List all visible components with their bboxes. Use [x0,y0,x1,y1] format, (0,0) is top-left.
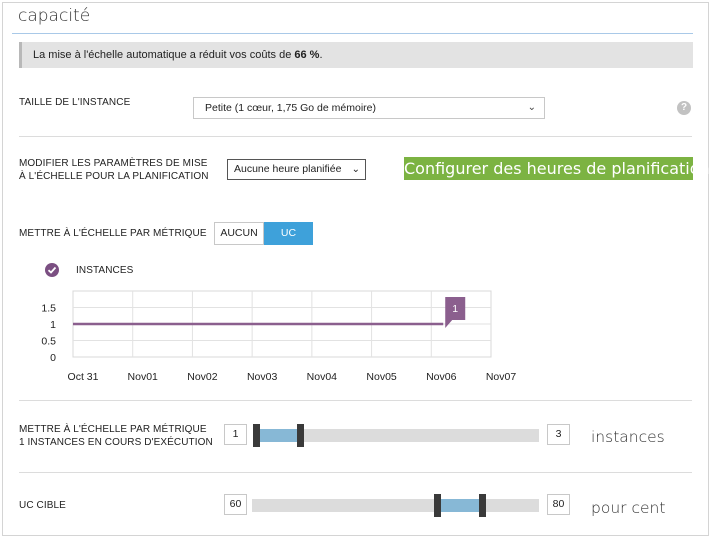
x-tick-label: Oct 31 [68,371,99,383]
instance-size-value: Petite (1 cœur, 1,75 Go de mémoire) [205,102,376,114]
instances-slider-min-handle[interactable] [253,424,260,447]
savings-info-bar: La mise à l'échelle automatique a réduit… [19,42,693,68]
x-tick-label: Nov07 [486,371,517,383]
x-tick-label: Nov05 [366,371,397,383]
divider [19,136,692,137]
help-icon[interactable]: ? [677,101,691,115]
cpu-min-box: 60 [224,494,247,515]
x-axis-ticks: Oct 31 Nov01 Nov02 Nov03 Nov04 Nov05 Nov06 Nov0… [68,371,517,383]
target-cpu-label: UC CIBLE [19,500,66,511]
x-tick-label: Nov06 [426,371,457,383]
cpu-slider-range [441,499,481,512]
cpu-slider-min-handle[interactable] [434,494,441,517]
instances-range-label-line2: 1 INSTANCES EN COURS D'EXÉCUTION [19,437,213,448]
instances-chart: 1.5 1 0.5 0 Oct 31 Nov01 Nov02 Nov03 Nov04 Nov05… [41,290,517,383]
cpu-slider-max-handle[interactable] [479,494,486,517]
y-axis-ticks: 1.5 1 0.5 0 [41,303,56,365]
schedule-select[interactable]: Aucune heure planifiée ⌄ [227,159,366,180]
checkmark-icon [47,266,57,274]
cpu-slider-track[interactable] [252,499,539,512]
instances-slider-max-handle[interactable] [297,424,304,447]
y-tick-label: 1 [50,319,56,331]
instances-range-label-line1: METTRE À L'ÉCHELLE PAR MÉTRIQUE [19,424,207,435]
cpu-unit-label: pour cent [591,499,666,517]
y-tick-label: 0 [50,352,56,364]
series-end-label: 1 [452,303,458,315]
chevron-down-icon: ⌄ [527,102,536,113]
chevron-down-icon: ⌄ [351,164,360,175]
info-text-prefix: La mise à l'échelle automatique a réduit… [33,49,295,61]
configure-schedule-button[interactable]: Configurer des heures de planification [404,157,710,180]
divider [19,472,692,473]
metric-option-cpu[interactable]: UC [264,222,313,245]
instance-size-label: TAILLE DE L'INSTANCE [19,97,131,108]
x-tick-label: Nov04 [307,371,338,383]
schedule-label-line2: À L'ÉCHELLE POUR LA PLANIFICATION [19,171,209,182]
chart-legend-label: INSTANCES [76,265,134,276]
divider [19,400,692,401]
x-tick-label: Nov01 [128,371,159,383]
schedule-label: MODIFIER LES PARAMÈTRES DE MISE À L'ÉCHE… [19,157,209,183]
instances-checkbox[interactable] [45,263,59,277]
instance-size-select[interactable]: Petite (1 cœur, 1,75 Go de mémoire) ⌄ [193,97,545,119]
metric-toggle: AUCUN UC [214,222,313,245]
instances-max-box: 3 [547,424,570,445]
info-savings-value: 66 % [294,49,320,61]
x-tick-label: Nov03 [247,371,278,383]
x-tick-label: Nov02 [187,371,218,383]
page-title: capacité [18,6,91,26]
title-divider [12,33,693,34]
instances-slider-range [260,429,299,442]
cpu-max-box: 80 [547,494,570,515]
info-text-suffix: . [319,49,323,61]
schedule-select-value: Aucune heure planifiée [234,163,342,175]
schedule-label-line1: MODIFIER LES PARAMÈTRES DE MISE [19,158,208,169]
y-tick-label: 1.5 [41,303,56,315]
metric-option-none[interactable]: AUCUN [214,222,264,245]
instances-min-box: 1 [224,424,247,445]
y-tick-label: 0.5 [41,336,56,348]
metric-label: METTRE À L'ÉCHELLE PAR MÉTRIQUE [19,228,207,239]
instances-range-label: METTRE À L'ÉCHELLE PAR MÉTRIQUE 1 INSTAN… [19,423,213,449]
instances-unit-label: instances [591,428,665,446]
